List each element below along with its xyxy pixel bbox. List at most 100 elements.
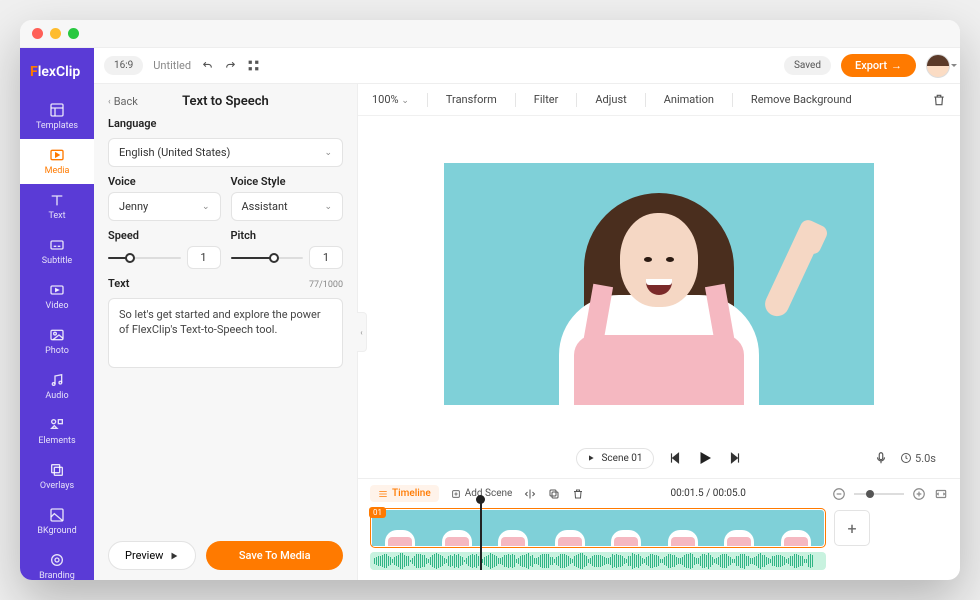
clip-thumb[interactable]	[711, 510, 768, 546]
fit-icon[interactable]	[934, 487, 948, 501]
clip-thumb[interactable]	[768, 510, 825, 546]
voice-style-value: Assistant	[242, 200, 288, 213]
elements-icon	[49, 417, 65, 433]
aspect-ratio-selector[interactable]: 16:9	[104, 56, 143, 75]
text-label: Text	[108, 277, 129, 290]
minimize-window-button[interactable]	[50, 28, 61, 39]
save-to-media-button[interactable]: Save To Media	[206, 541, 343, 570]
overlays-icon	[49, 462, 65, 478]
fullscreen-icon[interactable]	[247, 59, 260, 72]
add-scene-label: Add Scene	[465, 488, 513, 499]
sidebar-item-elements[interactable]: Elements	[20, 409, 94, 454]
save-status: Saved	[784, 56, 831, 75]
sidebar-item-label: Media	[45, 166, 70, 176]
speed-value[interactable]: 1	[187, 246, 221, 269]
timeline: Timeline Add Scene 00:01.5 / 00:05.0	[358, 478, 960, 580]
zoom-dropdown[interactable]: 100% ⌄	[372, 93, 409, 106]
timeline-tab[interactable]: Timeline	[370, 485, 439, 502]
clip-thumb[interactable]	[542, 510, 599, 546]
topbar: 16:9 Untitled Saved Export→	[94, 48, 960, 84]
video-track[interactable]: 01	[370, 508, 826, 548]
sidebar-item-photo[interactable]: Photo	[20, 319, 94, 364]
delete-clip-icon[interactable]	[572, 488, 584, 500]
photo-icon	[49, 327, 65, 343]
chevron-down-icon: ⌄	[202, 202, 210, 212]
remove-background-button[interactable]: Remove Background	[751, 93, 852, 106]
adjust-button[interactable]: Adjust	[595, 93, 626, 106]
panel-title: Text to Speech	[138, 94, 313, 109]
back-button[interactable]: ‹Back	[108, 95, 138, 108]
duplicate-icon[interactable]	[548, 488, 560, 500]
preview-button[interactable]: Preview	[108, 541, 196, 570]
chevron-left-icon: ‹	[108, 97, 111, 107]
maximize-window-button[interactable]	[68, 28, 79, 39]
redo-icon[interactable]	[224, 59, 237, 72]
sidebar-item-label: Audio	[45, 391, 68, 401]
tts-panel: ‹Back Text to Speech Language English (U…	[94, 84, 358, 580]
transform-button[interactable]: Transform	[446, 93, 497, 106]
sidebar-item-subtitle[interactable]: Subtitle	[20, 229, 94, 274]
scene-selector[interactable]: Scene 01	[576, 448, 653, 469]
sidebar-item-media[interactable]: Media	[20, 139, 94, 184]
play-icon	[169, 551, 179, 561]
split-icon[interactable]	[524, 488, 536, 500]
sidebar-item-text[interactable]: Text	[20, 184, 94, 229]
text-icon	[49, 192, 65, 208]
user-avatar-menu[interactable]	[926, 54, 950, 78]
sidebar-item-label: Text	[48, 211, 65, 221]
voice-select[interactable]: Jenny ⌄	[108, 192, 221, 221]
speed-slider[interactable]	[108, 257, 181, 259]
animation-button[interactable]: Animation	[664, 93, 714, 106]
background-icon	[49, 507, 65, 523]
add-clip-button[interactable]: +	[834, 510, 870, 546]
sidebar-item-background[interactable]: BKground	[20, 499, 94, 544]
tts-text-input[interactable]: So let's get started and explore the pow…	[108, 298, 343, 368]
back-label: Back	[114, 95, 138, 108]
sidebar-item-label: Templates	[36, 121, 78, 131]
sidebar-item-audio[interactable]: Audio	[20, 364, 94, 409]
pitch-value[interactable]: 1	[309, 246, 343, 269]
sidebar-item-branding[interactable]: Branding	[20, 544, 94, 580]
clip-thumb[interactable]	[655, 510, 712, 546]
close-window-button[interactable]	[32, 28, 43, 39]
undo-icon[interactable]	[201, 59, 214, 72]
next-icon[interactable]	[728, 451, 742, 465]
voiceover-icon[interactable]	[874, 451, 888, 465]
zoom-out-icon[interactable]	[832, 487, 846, 501]
sidebar-item-overlays[interactable]: Overlays	[20, 454, 94, 499]
clip-thumb[interactable]	[485, 510, 542, 546]
collapse-panel-button[interactable]: ‹	[357, 312, 367, 352]
pitch-label: Pitch	[231, 229, 344, 242]
language-label: Language	[108, 117, 343, 130]
sidebar-item-video[interactable]: Video	[20, 274, 94, 319]
voice-style-select[interactable]: Assistant ⌄	[231, 192, 344, 221]
sidebar-item-label: Video	[46, 301, 69, 311]
project-title[interactable]: Untitled	[153, 59, 191, 72]
clip-thumb[interactable]	[429, 510, 486, 546]
delete-icon[interactable]	[932, 93, 946, 107]
sidebar-item-label: Overlays	[40, 481, 74, 491]
clock-icon	[900, 452, 912, 464]
audio-track[interactable]	[370, 552, 826, 570]
prev-icon[interactable]	[668, 451, 682, 465]
sidebar-item-templates[interactable]: Templates	[20, 94, 94, 139]
playhead[interactable]	[480, 500, 482, 570]
zoom-in-icon[interactable]	[912, 487, 926, 501]
sidebar-item-label: Elements	[38, 436, 75, 446]
arrow-right-icon: →	[891, 59, 902, 72]
clip-thumb[interactable]	[598, 510, 655, 546]
sidebar-item-label: Subtitle	[42, 256, 72, 266]
language-select[interactable]: English (United States) ⌄	[108, 138, 343, 167]
play-button-icon[interactable]	[696, 449, 714, 467]
export-button[interactable]: Export→	[841, 54, 916, 77]
filter-button[interactable]: Filter	[534, 93, 559, 106]
pitch-slider[interactable]	[231, 257, 304, 259]
canvas-viewport[interactable]	[358, 116, 960, 442]
voice-style-label: Voice Style	[231, 175, 344, 188]
subtitle-icon	[49, 237, 65, 253]
media-icon	[49, 147, 65, 163]
play-icon	[587, 454, 595, 462]
preview-label: Preview	[125, 549, 163, 562]
scene-label: Scene 01	[601, 453, 642, 464]
clip-badge: 01	[369, 507, 386, 518]
